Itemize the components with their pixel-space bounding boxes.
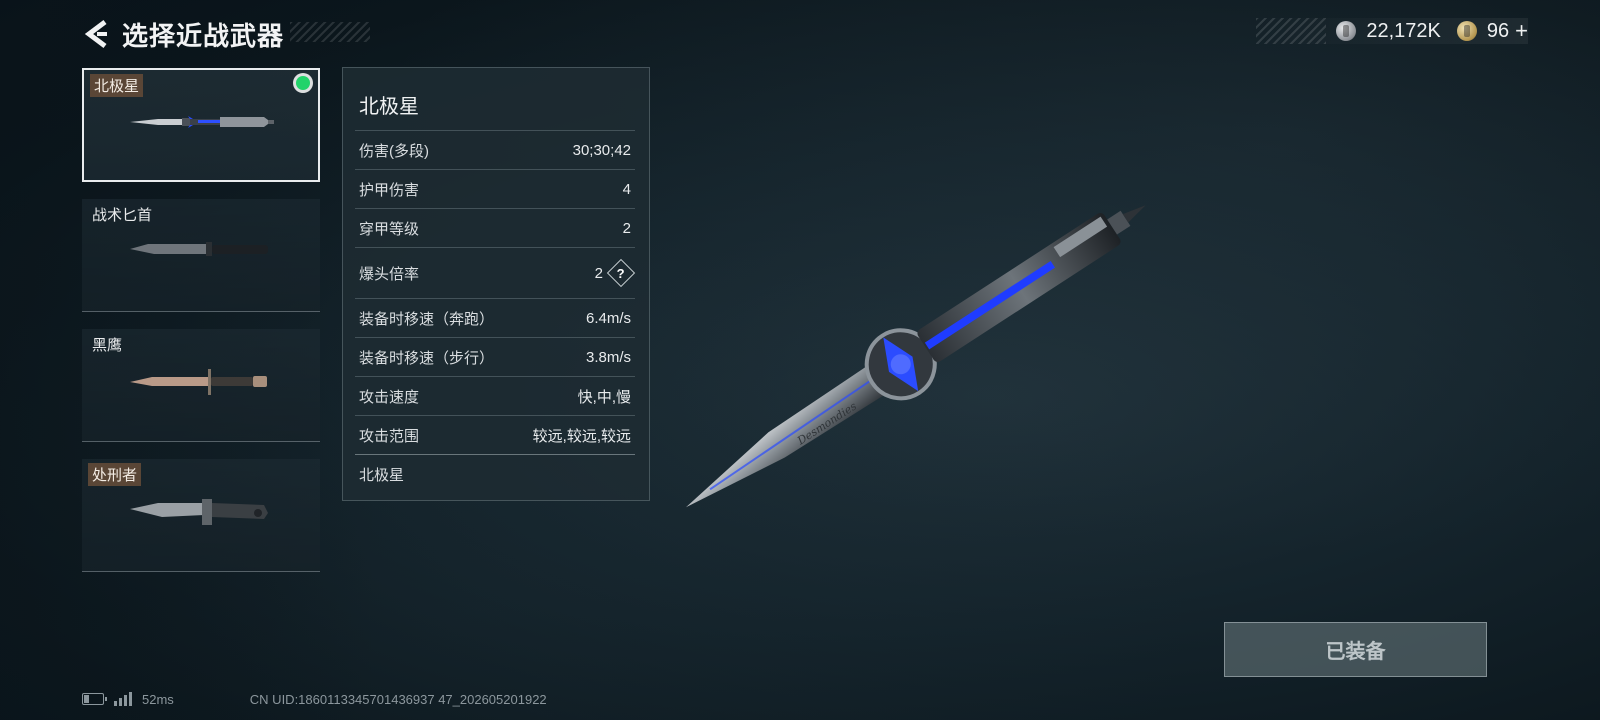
tactical-dagger-thumbnail bbox=[130, 242, 268, 256]
polaris-knife-thumbnail bbox=[130, 116, 274, 128]
weapon-card-label: 黑鹰 bbox=[92, 337, 123, 354]
stat-row-run-speed: 装备时移速（奔跑） 6.4m/s bbox=[355, 298, 635, 337]
chevron-left-icon bbox=[84, 20, 107, 48]
black-hawk-thumbnail bbox=[130, 369, 267, 395]
weapon-card-label: 战术匕首 bbox=[92, 207, 153, 224]
currency-bar: 22,172K 96 + bbox=[1256, 18, 1528, 44]
main-knife-model: Desmondies bbox=[685, 205, 1146, 508]
stat-row-damage: 伤害(多段) 30;30;42 bbox=[355, 130, 635, 169]
stat-label: 爆头倍率 bbox=[359, 265, 420, 283]
add-currency-button[interactable]: + bbox=[1515, 18, 1528, 44]
stat-label: 穿甲等级 bbox=[359, 220, 420, 238]
stat-label: 攻击范围 bbox=[359, 427, 420, 445]
silver-coin-icon bbox=[1336, 21, 1357, 41]
stat-label: 装备时移速（奔跑） bbox=[359, 310, 495, 328]
stat-value: 2 bbox=[594, 264, 603, 282]
back-button[interactable] bbox=[80, 16, 112, 52]
ping-value: 52ms bbox=[142, 691, 174, 707]
stat-label: 护甲伤害 bbox=[359, 181, 420, 199]
battery-icon bbox=[82, 693, 107, 705]
stat-row-armor-damage: 护甲伤害 4 bbox=[355, 169, 635, 208]
weapon-card-label: 处刑者 bbox=[88, 463, 142, 486]
stat-row-attack-speed: 攻击速度 快,中,慢 bbox=[355, 376, 635, 415]
weapon-list: 北极星 战术匕首 黑鹰 处刑者 bbox=[82, 68, 322, 589]
currency-decoration bbox=[1256, 18, 1327, 44]
header: 选择近战武器 bbox=[80, 14, 284, 54]
stats-title: 北极星 bbox=[359, 96, 419, 118]
help-icon-glyph: ? bbox=[617, 265, 625, 281]
weapon-card-label: 北极星 bbox=[90, 74, 144, 97]
page-title: 选择近战武器 bbox=[122, 20, 285, 51]
gold-coin-icon bbox=[1456, 21, 1477, 41]
stat-label: 攻击速度 bbox=[359, 388, 420, 406]
title-decoration bbox=[290, 22, 370, 42]
stat-row-penetration-level: 穿甲等级 2 bbox=[355, 208, 635, 247]
stat-label: 伤害(多段) bbox=[359, 142, 429, 160]
executioner-thumbnail bbox=[130, 499, 268, 525]
stat-value: 快,中,慢 bbox=[577, 388, 631, 406]
stat-row-walk-speed: 装备时移速（步行） 3.8m/s bbox=[355, 337, 635, 376]
stat-value: 较远,较远,较远 bbox=[532, 427, 631, 445]
weapon-stats-panel: 北极星 伤害(多段) 30;30;42 护甲伤害 4 穿甲等级 2 爆头倍率 2… bbox=[342, 67, 650, 501]
equipped-indicator bbox=[296, 76, 310, 90]
gold-currency-value: 96 bbox=[1486, 19, 1510, 42]
stat-row-attack-range: 攻击范围 较远,较远,较远 bbox=[355, 415, 635, 454]
stat-row-headshot-multiplier: 爆头倍率 2 ? bbox=[355, 247, 636, 298]
stat-value-wrap: 2 ? bbox=[594, 258, 636, 288]
stat-value: 6.4m/s bbox=[585, 309, 631, 327]
weapon-card-black-hawk[interactable]: 黑鹰 bbox=[82, 329, 320, 442]
stat-value: 3.8m/s bbox=[585, 348, 631, 366]
uid-text: CN UID:1860113345701436937 47_2026052019… bbox=[249, 691, 547, 707]
weapon-card-executioner[interactable]: 处刑者 bbox=[82, 459, 320, 572]
stat-value: 30;30;42 bbox=[572, 141, 631, 159]
weapon-card-polaris[interactable]: 北极星 bbox=[82, 68, 320, 182]
status-bar: 52ms CN UID:1860113345701436937 47_20260… bbox=[82, 690, 547, 708]
silver-currency-value: 22,172K bbox=[1366, 19, 1441, 42]
signal-icon bbox=[114, 692, 132, 706]
stat-label: 装备时移速（步行） bbox=[359, 349, 495, 367]
stats-footer: 北极星 bbox=[355, 454, 635, 497]
weapon-card-tactical-dagger[interactable]: 战术匕首 bbox=[82, 199, 320, 312]
stats-rows: 伤害(多段) 30;30;42 护甲伤害 4 穿甲等级 2 爆头倍率 2 ? 装… bbox=[355, 130, 636, 497]
equipped-button[interactable]: 已装备 bbox=[1224, 622, 1487, 677]
